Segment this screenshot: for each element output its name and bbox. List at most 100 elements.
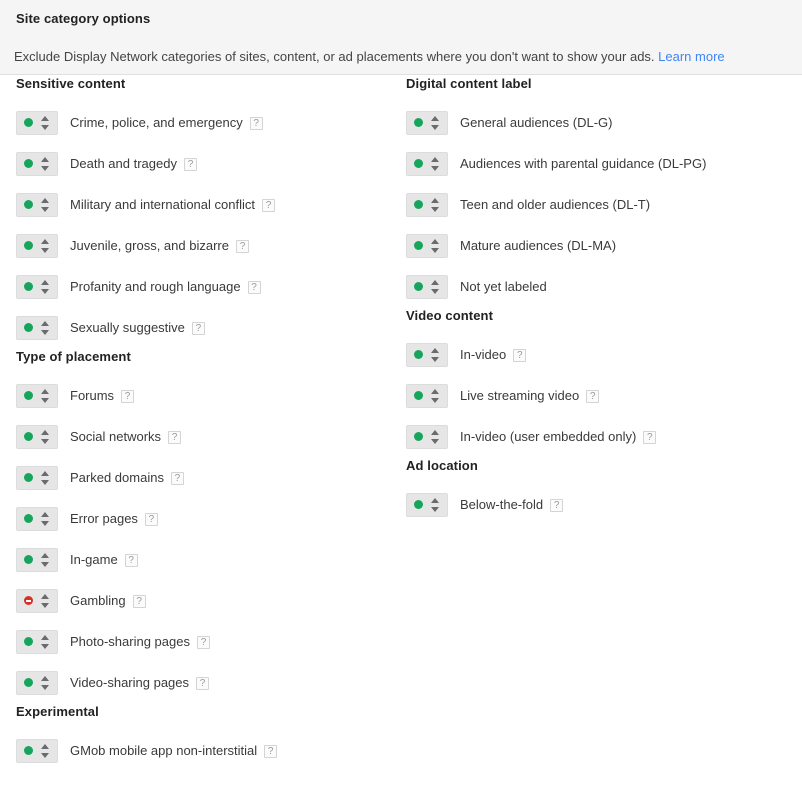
question-mark-icon[interactable]: ?: [586, 389, 600, 403]
question-mark-icon[interactable]: ?: [132, 594, 146, 608]
status-toggle-audiences-with-parental-guidance-dl-pg[interactable]: [406, 151, 448, 176]
option-label: Gambling?: [70, 593, 146, 609]
green-dot-icon: [24, 391, 33, 400]
chevron-up-icon: [41, 634, 49, 640]
status-toggle-live-streaming-video[interactable]: [406, 383, 448, 408]
question-mark-icon[interactable]: ?: [144, 512, 158, 526]
chevron-down-icon: [431, 206, 439, 212]
option-row: General audiences (DL-G): [406, 102, 802, 143]
chevron-up-icon: [41, 115, 49, 121]
section-video-content: Video content In-video? Live streaming vid…: [406, 307, 802, 457]
option-row: Mature audiences (DL-MA): [406, 225, 802, 266]
question-mark-icon[interactable]: ?: [643, 430, 657, 444]
status-toggle-in-video-user-embedded-only[interactable]: [406, 424, 448, 449]
up-down-chevron-icon: [41, 429, 50, 445]
up-down-chevron-icon: [41, 552, 50, 568]
question-mark-icon[interactable]: ?: [196, 635, 210, 649]
options-content: Sensitive content Crime, police, and emer…: [0, 75, 802, 804]
chevron-down-icon: [41, 643, 49, 649]
question-mark-icon[interactable]: ?: [264, 744, 278, 758]
chevron-up-icon: [41, 320, 49, 326]
option-row: In-video (user embedded only)?: [406, 416, 802, 457]
question-mark-icon[interactable]: ?: [196, 676, 210, 690]
status-toggle-error-pages[interactable]: [16, 506, 58, 531]
red-blocked-icon: [24, 596, 33, 605]
section-heading: Ad location: [406, 458, 478, 473]
option-row: Profanity and rough language?: [16, 266, 396, 307]
chevron-up-icon: [41, 429, 49, 435]
question-mark-icon[interactable]: ?: [183, 157, 197, 171]
option-row: Live streaming video?: [406, 375, 802, 416]
green-dot-icon: [24, 678, 33, 687]
status-toggle-social-networks[interactable]: [16, 424, 58, 449]
question-mark-icon[interactable]: ?: [513, 348, 527, 362]
status-toggle-not-yet-labeled[interactable]: [406, 274, 448, 299]
status-toggle-parked-domains[interactable]: [16, 465, 58, 490]
section-ad-location: Ad location Below-the-fold?: [406, 457, 802, 525]
chevron-up-icon: [41, 238, 49, 244]
option-label: Live streaming video?: [460, 388, 600, 404]
chevron-down-icon: [41, 165, 49, 171]
green-dot-icon: [24, 473, 33, 482]
up-down-chevron-icon: [41, 156, 50, 172]
learn-more-link[interactable]: Learn more: [658, 49, 724, 64]
up-down-chevron-icon: [431, 197, 440, 213]
question-mark-icon[interactable]: ?: [247, 280, 261, 294]
green-dot-icon: [414, 500, 423, 509]
status-toggle-forums[interactable]: [16, 383, 58, 408]
section-heading: Digital content label: [406, 76, 532, 91]
green-dot-icon: [24, 514, 33, 523]
status-toggle-teen-and-older-audiences-dl-t[interactable]: [406, 192, 448, 217]
question-mark-icon[interactable]: ?: [550, 498, 564, 512]
up-down-chevron-icon: [41, 675, 50, 691]
status-toggle-below-the-fold[interactable]: [406, 492, 448, 517]
question-mark-icon[interactable]: ?: [249, 116, 263, 130]
status-toggle-mature-audiences-dl-ma[interactable]: [406, 233, 448, 258]
section-heading: Type of placement: [16, 349, 131, 364]
question-mark-icon[interactable]: ?: [124, 553, 138, 567]
question-mark-icon[interactable]: ?: [170, 471, 184, 485]
section-heading: Experimental: [16, 704, 99, 719]
chevron-up-icon: [41, 197, 49, 203]
status-toggle-death-and-tragedy[interactable]: [16, 151, 58, 176]
page-title: Site category options: [16, 11, 151, 26]
up-down-chevron-icon: [41, 115, 50, 131]
chevron-up-icon: [431, 497, 439, 503]
chevron-up-icon: [431, 279, 439, 285]
chevron-down-icon: [431, 288, 439, 294]
status-toggle-sexually-suggestive[interactable]: [16, 315, 58, 340]
status-toggle-military-and-international-conflict[interactable]: [16, 192, 58, 217]
option-label: Teen and older audiences (DL-T): [460, 196, 651, 212]
panel-description: Exclude Display Network categories of si…: [14, 49, 725, 64]
status-toggle-in-video[interactable]: [406, 342, 448, 367]
status-toggle-video-sharing-pages[interactable]: [16, 670, 58, 695]
status-toggle-photo-sharing-pages[interactable]: [16, 629, 58, 654]
question-mark-icon[interactable]: ?: [191, 321, 205, 335]
green-dot-icon: [24, 746, 33, 755]
status-toggle-in-game[interactable]: [16, 547, 58, 572]
option-row: GMob mobile app non-interstitial?: [16, 730, 396, 771]
chevron-down-icon: [431, 247, 439, 253]
status-toggle-crime-police-and-emergency[interactable]: [16, 110, 58, 135]
status-toggle-juvenile-gross-and-bizarre[interactable]: [16, 233, 58, 258]
option-row: Error pages?: [16, 498, 396, 539]
status-toggle-gambling[interactable]: [16, 588, 58, 613]
option-label: In-video?: [460, 347, 527, 363]
chevron-up-icon: [431, 238, 439, 244]
up-down-chevron-icon: [431, 156, 440, 172]
status-toggle-gmob-mobile-app-non-interstitial[interactable]: [16, 738, 58, 763]
up-down-chevron-icon: [41, 511, 50, 527]
question-mark-icon[interactable]: ?: [121, 389, 135, 403]
status-toggle-profanity-and-rough-language[interactable]: [16, 274, 58, 299]
up-down-chevron-icon: [41, 743, 50, 759]
question-mark-icon[interactable]: ?: [235, 239, 249, 253]
option-label: General audiences (DL-G): [460, 114, 613, 130]
question-mark-icon[interactable]: ?: [261, 198, 275, 212]
chevron-down-icon: [41, 329, 49, 335]
question-mark-icon[interactable]: ?: [168, 430, 182, 444]
status-toggle-general-audiences-dl-g[interactable]: [406, 110, 448, 135]
right-column: Digital content label General audiences (…: [406, 75, 802, 525]
green-dot-icon: [24, 555, 33, 564]
chevron-up-icon: [41, 743, 49, 749]
